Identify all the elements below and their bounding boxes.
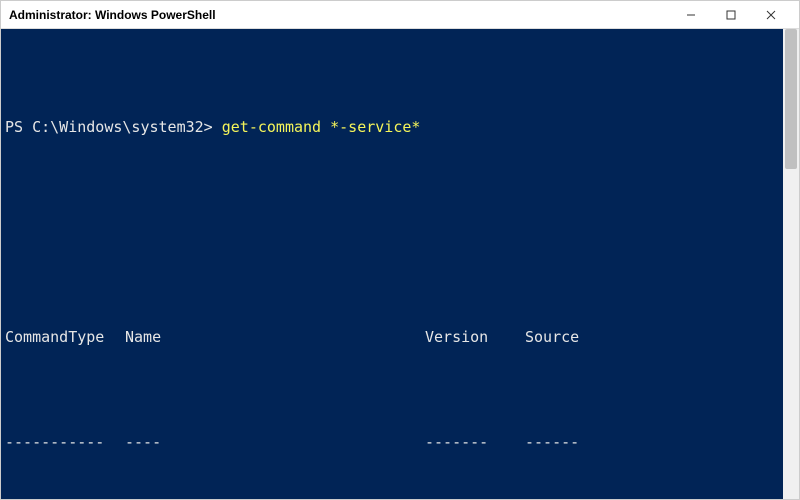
table-header-row: CommandTypeNameVersionSource	[5, 324, 793, 350]
terminal-area[interactable]: PS C:\Windows\system32> get-command *-se…	[1, 29, 799, 499]
powershell-window: Administrator: Windows PowerShell PS C:\…	[0, 0, 800, 500]
vertical-scrollbar[interactable]	[783, 29, 799, 499]
dash-name: ----	[125, 429, 425, 455]
minimize-icon	[686, 10, 696, 20]
close-button[interactable]	[751, 1, 791, 29]
prompt-line-1: PS C:\Windows\system32> get-command *-se…	[5, 114, 793, 140]
dash-source: ------	[525, 429, 793, 455]
dash-version: -------	[425, 429, 525, 455]
prompt-command: get-command *-service*	[222, 118, 421, 136]
window-title: Administrator: Windows PowerShell	[9, 8, 671, 22]
header-version: Version	[425, 324, 525, 350]
header-name: Name	[125, 324, 425, 350]
minimize-button[interactable]	[671, 1, 711, 29]
maximize-icon	[726, 10, 736, 20]
scrollbar-thumb[interactable]	[785, 29, 797, 169]
table-dash-row: ----------------------------	[5, 429, 793, 455]
dash-commandtype: -----------	[5, 429, 125, 455]
maximize-button[interactable]	[711, 1, 751, 29]
close-icon	[766, 10, 776, 20]
header-source: Source	[525, 324, 793, 350]
blank-line	[5, 219, 793, 245]
header-commandtype: CommandType	[5, 324, 125, 350]
prompt-path: PS C:\Windows\system32>	[5, 118, 213, 136]
titlebar[interactable]: Administrator: Windows PowerShell	[1, 1, 799, 29]
